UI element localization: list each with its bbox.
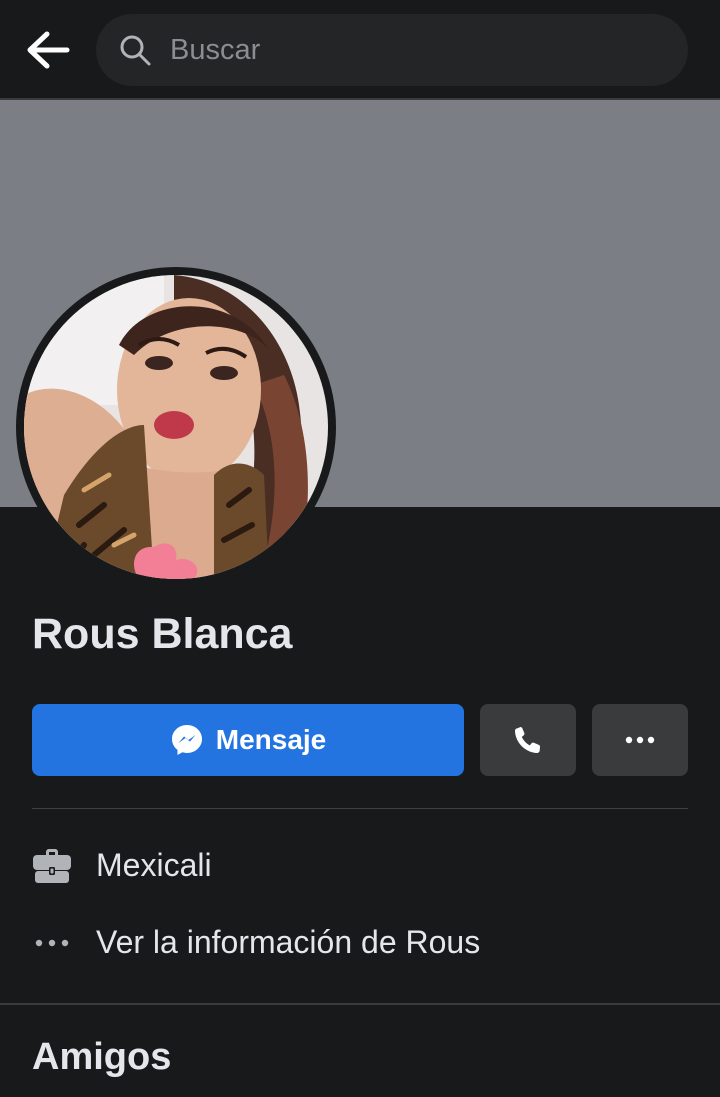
search-icon <box>120 35 151 66</box>
search-bar[interactable] <box>96 14 688 86</box>
back-button[interactable] <box>20 22 76 78</box>
location-text: Mexicali <box>96 846 212 883</box>
info-row-see-about[interactable]: Ver la información de Rous <box>32 924 480 961</box>
friends-section-title: Amigos <box>32 1036 172 1078</box>
more-options-button[interactable] <box>592 704 688 776</box>
messenger-icon <box>171 725 202 755</box>
message-button-label: Mensaje <box>215 724 327 755</box>
briefcase-icon <box>32 846 72 884</box>
more-dots-icon <box>32 939 72 947</box>
phone-icon <box>515 727 540 753</box>
more-horizontal-icon <box>625 736 655 744</box>
profile-name: Rous Blanca <box>32 610 293 658</box>
back-arrow-icon <box>27 31 70 69</box>
see-about-link[interactable]: Ver la información de Rous <box>96 924 480 961</box>
message-button[interactable]: Mensaje <box>32 704 464 776</box>
top-bar <box>0 0 720 100</box>
call-button[interactable] <box>480 704 576 776</box>
avatar-image <box>24 275 328 579</box>
profile-picture[interactable] <box>16 267 336 587</box>
search-input[interactable] <box>168 32 652 68</box>
avatar <box>24 275 328 579</box>
info-row-location[interactable]: Mexicali <box>32 846 212 884</box>
divider <box>32 808 688 809</box>
section-divider <box>0 1003 720 1005</box>
